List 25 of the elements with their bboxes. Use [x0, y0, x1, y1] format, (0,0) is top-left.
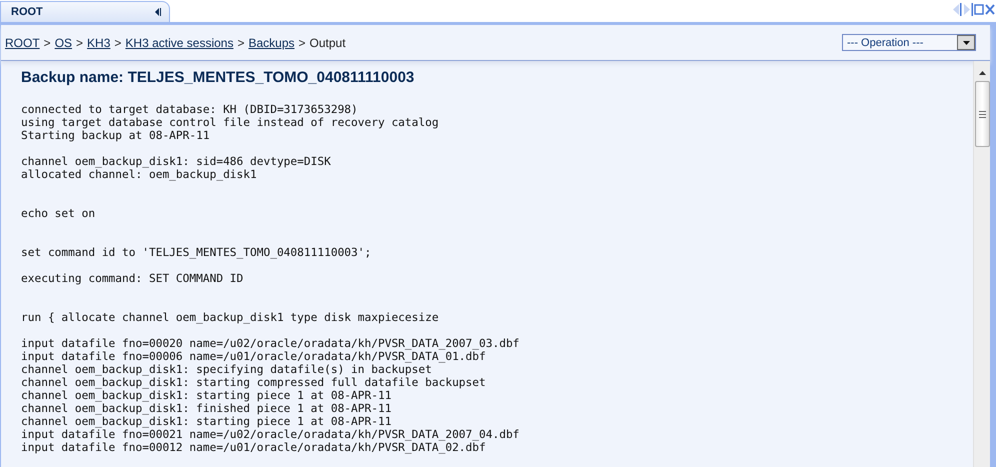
operation-select[interactable]: --- Operation ---	[842, 34, 976, 51]
scroll-left-icon[interactable]	[952, 3, 962, 16]
maximize-icon[interactable]	[974, 4, 984, 15]
root-tab[interactable]: ROOT	[0, 1, 170, 22]
breadcrumb-separator: >	[76, 36, 84, 50]
breadcrumb-separator: >	[114, 36, 122, 50]
breadcrumb-separator: >	[237, 36, 244, 50]
breadcrumb-link[interactable]: OS	[54, 36, 72, 50]
breadcrumb-current: Output	[310, 36, 346, 50]
grip-icon	[978, 110, 986, 118]
breadcrumb-link[interactable]: Backups	[248, 36, 294, 50]
collapse-icon[interactable]	[155, 8, 161, 16]
backup-log-output: connected to target database: KH (DBID=3173653298) using target database control file instead of recovery catalog Starting backup at 08-APR-11 channel oem_backup_disk1: sid=486 devtype=DISK allocated channel: oem_backup_disk1 echo set on set command id to 'TELJES_MENTES_TOMO_040811110003'; executing command: SET COMMAND ID run { allocate channel oem_backup_disk1 type disk maxpiecesize input datafile fno=00020 name=/u02/oracle/oradata/kh/PVSR_DATA_2007_03.dbf input datafile fno=00006 name=/u01/oracle/oradata/kh/PVSR_DATA_01.dbf channel oem_backup_disk1: specifying datafile(s) in backupset channel oem_backup_disk1: starting compressed full datafile backupset channel oem_backup_disk1: starting piece 1 at 08-APR-11 channel oem_backup_disk1: finished piece 1 at 08-APR-11 channel oem_backup_disk1: starting piece 1 at 08-APR-11 input datafile fno=00021 name=/u02/oracle/oradata/kh/PVSR_DATA_2007_04.dbf input datafile fno=00012 name=/u01/oracle/oradata/kh/PVSR_DATA_02.dbf	[21, 103, 520, 454]
breadcrumb-link[interactable]: KH3 active sessions	[125, 36, 234, 50]
vertical-scrollbar[interactable]	[973, 61, 990, 467]
backup-name-heading: Backup name: TELJES_MENTES_TOMO_040811110003	[21, 69, 416, 86]
breadcrumb-link[interactable]: ROOT	[5, 36, 40, 50]
dropdown-arrow-icon	[962, 40, 970, 44]
scroll-right-icon[interactable]	[963, 3, 973, 16]
breadcrumb-link[interactable]: KH3	[87, 36, 110, 50]
scrollbar-thumb[interactable]	[974, 81, 990, 147]
scroll-up-icon[interactable]	[978, 71, 986, 75]
breadcrumb-separator: >	[44, 36, 51, 50]
breadcrumb-separator: >	[298, 36, 306, 50]
close-icon[interactable]	[985, 4, 995, 15]
